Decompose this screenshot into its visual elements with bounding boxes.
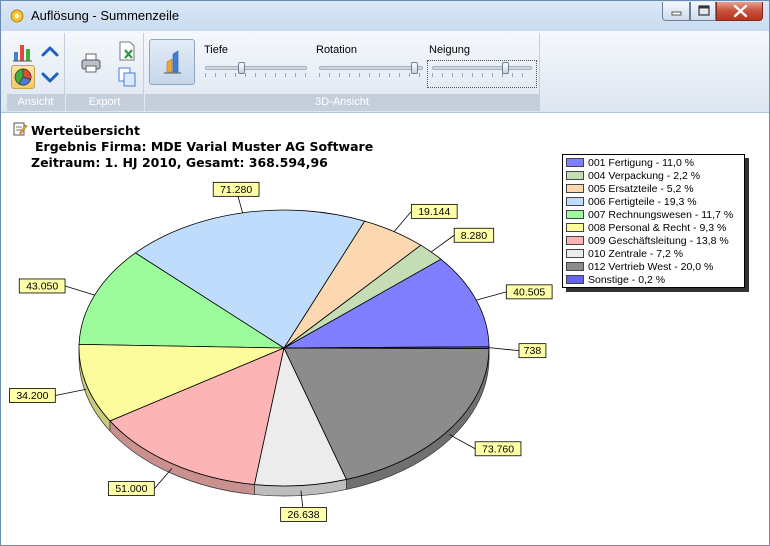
excel-export-icon <box>119 41 135 61</box>
legend-swatch <box>566 171 584 180</box>
title-bar[interactable]: Auflösung - Summenzeile <box>1 1 769 31</box>
slider-neigung-thumb[interactable] <box>501 62 509 74</box>
pie-value-label: 8.280 <box>461 230 487 242</box>
legend-item: 007 Rechnungswesen - 11,7 % <box>566 209 744 222</box>
legend-item: 012 Vertrieb West - 20,0 % <box>566 261 744 274</box>
report-period: Zeitraum: 1. HJ 2010, Gesamt: 368.594,96 <box>31 155 328 170</box>
slider-label-rotation: Rotation <box>316 44 357 56</box>
legend-item: 005 Ersatzteile - 5,2 % <box>566 183 744 196</box>
pie-chart-icon <box>14 68 32 86</box>
bar-chart-button[interactable] <box>11 40 35 64</box>
chart-legend: 001 Fertigung - 11,0 % 004 Verpackung - 2… <box>562 154 745 288</box>
slider-tiefe-ticks <box>205 73 307 77</box>
report-firm: Ergebnis Firma: MDE Varial Muster AG Sof… <box>35 139 374 154</box>
ribbon-group-ansicht: Ansicht <box>7 33 65 111</box>
pie-leader-line <box>64 285 95 296</box>
minimize-icon <box>671 11 682 16</box>
slider-rotation-thumb[interactable] <box>411 62 419 74</box>
slider-rotation-track <box>319 66 423 70</box>
copy-button[interactable] <box>115 65 139 89</box>
pie-value-label: 40.505 <box>513 286 545 298</box>
legend-label: 008 Personal & Recht - 9,3 % <box>588 222 727 234</box>
legend-label: 006 Fertigteile - 19,3 % <box>588 196 697 208</box>
3d-view-button[interactable] <box>149 39 195 85</box>
slider-label-tiefe: Tiefe <box>204 44 229 56</box>
pie-value-label: 71.280 <box>220 184 252 196</box>
pie-value-label: 26.638 <box>287 509 319 521</box>
copy-icon <box>118 67 136 87</box>
app-icon <box>10 9 24 23</box>
pie-leader-line <box>430 234 455 253</box>
excel-export-button[interactable] <box>115 40 139 64</box>
move-up-button[interactable] <box>38 40 62 64</box>
maximize-button[interactable] <box>690 2 716 21</box>
legend-swatch <box>566 158 584 167</box>
ribbon-toolbar: Ansicht Export Tiefe Rotation Neigung 3D… <box>1 31 769 113</box>
chevron-up-icon <box>41 46 59 57</box>
close-icon <box>733 4 748 18</box>
legend-swatch <box>566 184 584 193</box>
legend-swatch <box>566 210 584 219</box>
legend-label: 009 Geschäftsleitung - 13,8 % <box>588 235 729 247</box>
legend-item: 004 Verpackung - 2,2 % <box>566 170 744 183</box>
legend-label: 010 Zentrale - 7,2 % <box>588 248 684 260</box>
legend-label: Sonstige - 0,2 % <box>588 274 666 286</box>
slider-tiefe-track <box>205 66 307 70</box>
ribbon-group-label: Ansicht <box>7 94 64 111</box>
legend-label: 005 Ersatzteile - 5,2 % <box>588 183 694 195</box>
3d-chart-icon <box>164 50 181 74</box>
pie-value-label: 51.000 <box>115 483 147 495</box>
pie-value-label: 73.760 <box>482 443 514 455</box>
report-window: Auflösung - Summenzeile Ansicht Export T… <box>0 0 770 546</box>
legend-item: 009 Geschäftsleitung - 13,8 % <box>566 235 744 248</box>
ribbon-group-label: 3D-Ansicht <box>145 94 539 111</box>
legend-label: 001 Fertigung - 11,0 % <box>588 157 695 169</box>
pie-value-label: 19.144 <box>418 206 450 218</box>
ribbon-group-export: Export <box>66 33 144 111</box>
report-content: 40.505 8.280 19.144 71.280 43.050 34.200 51.00… <box>1 113 769 545</box>
legend-swatch <box>566 249 584 258</box>
legend-label: 012 Vertrieb West - 20,0 % <box>588 261 714 273</box>
slider-tiefe-thumb[interactable] <box>238 62 246 74</box>
maximize-icon <box>698 5 710 16</box>
legend-swatch <box>566 275 584 284</box>
pie-leader-line <box>153 468 173 489</box>
legend-swatch <box>566 197 584 206</box>
slider-rotation-ticks <box>319 73 423 77</box>
pie-leader-line <box>488 347 520 352</box>
legend-item: 008 Personal & Recht - 9,3 % <box>566 222 744 235</box>
minimize-button[interactable] <box>662 2 690 21</box>
ribbon-group-label: Export <box>66 94 143 111</box>
legend-swatch <box>566 262 584 271</box>
legend-swatch <box>566 223 584 232</box>
print-button[interactable] <box>79 51 103 75</box>
close-button[interactable] <box>716 2 763 21</box>
pie-leader-line <box>393 211 412 232</box>
pie-value-label: 34.200 <box>16 390 48 402</box>
report-heading: Werteübersicht <box>31 123 140 138</box>
legend-item: 001 Fertigung - 11,0 % <box>566 157 744 170</box>
bar-chart-icon <box>13 45 32 62</box>
slider-label-neigung: Neigung <box>429 44 470 56</box>
legend-item: Sonstige - 0,2 % <box>566 274 744 287</box>
legend-item: 010 Zentrale - 7,2 % <box>566 248 744 261</box>
pie-leader-line <box>55 388 87 396</box>
window-title: Auflösung - Summenzeile <box>31 8 180 23</box>
pie-value-label: 43.050 <box>26 280 58 292</box>
move-down-button[interactable] <box>38 65 62 89</box>
slider-neigung-ticks <box>432 73 532 77</box>
pie-value-label: 738 <box>524 345 542 357</box>
printer-icon <box>81 53 101 73</box>
legend-label: 004 Verpackung - 2,2 % <box>588 170 701 182</box>
slider-neigung-track <box>432 66 532 70</box>
pie-leader-line <box>449 434 476 450</box>
legend-swatch <box>566 236 584 245</box>
ribbon-group-3d-ansicht: Tiefe Rotation Neigung 3D-Ansicht <box>145 33 540 111</box>
legend-label: 007 Rechnungswesen - 11,7 % <box>588 209 734 221</box>
pie-chart-button[interactable] <box>11 65 35 89</box>
report-notepad-icon <box>13 122 28 136</box>
chevron-down-icon <box>41 72 59 83</box>
legend-item: 006 Fertigteile - 19,3 % <box>566 196 744 209</box>
pie-leader-line <box>476 291 507 301</box>
